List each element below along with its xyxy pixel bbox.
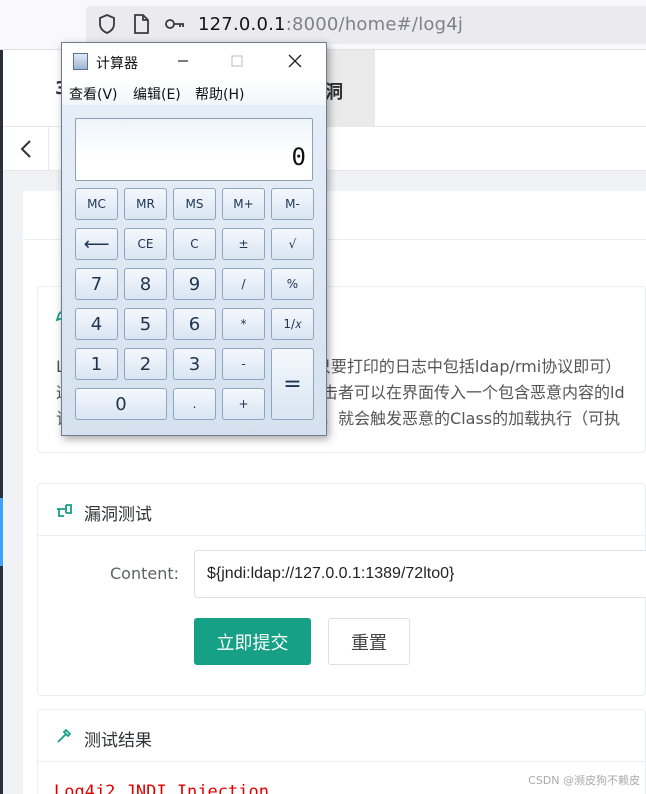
minimize-icon <box>178 60 188 62</box>
url-path: :8000/home#/log4j <box>285 14 464 35</box>
key-3[interactable]: 3 <box>173 348 216 380</box>
key-2[interactable]: 2 <box>124 348 167 380</box>
minimize-button[interactable] <box>156 43 210 79</box>
calculator-body: 0 MC MR MS M+ M- ⟵ CE C ± √ 7 8 9 / % 4 … <box>62 105 326 435</box>
hand-point-icon <box>57 504 72 517</box>
calculator-display: 0 <box>75 118 313 181</box>
calculator-menubar: 查看(V) 编辑(E) 帮助(H) <box>62 79 326 105</box>
url-text: 127.0.0.1:8000/home#/log4j <box>198 14 463 35</box>
reset-button[interactable]: 重置 <box>328 618 410 665</box>
calculator-window[interactable]: 计算器 查看(V) 编辑(E) 帮助(H) 0 MC MR MS M+ M- ⟵… <box>61 42 327 436</box>
key-0[interactable]: 0 <box>75 388 167 420</box>
key-sqrt[interactable]: √ <box>271 228 314 260</box>
watermark: CSDN @濒皮狗不赖皮 <box>528 774 640 787</box>
back-button[interactable] <box>3 127 49 171</box>
key-plusminus[interactable]: ± <box>222 228 265 260</box>
key-mplus[interactable]: M+ <box>222 188 265 220</box>
dropper-icon <box>57 728 72 743</box>
display-value: 0 <box>291 143 306 171</box>
submit-button[interactable]: 立即提交 <box>194 618 311 665</box>
key-ms[interactable]: MS <box>173 188 216 220</box>
key-mminus[interactable]: M- <box>271 188 314 220</box>
menu-edit[interactable]: 编辑(E) <box>133 84 181 104</box>
key-5[interactable]: 5 <box>124 308 167 340</box>
page-icon[interactable] <box>130 13 152 35</box>
key-subtract[interactable]: - <box>222 348 265 380</box>
tab-active-label: 洞 <box>325 82 343 103</box>
vuln-test-card: 漏洞测试 Content: 立即提交 重置 <box>37 483 646 696</box>
key-4[interactable]: 4 <box>75 308 118 340</box>
result-output: Log4j2 JNDI Injection <box>54 782 269 794</box>
key-backspace[interactable]: ⟵ <box>75 228 118 260</box>
key-c[interactable]: C <box>173 228 216 260</box>
key-6[interactable]: 6 <box>173 308 216 340</box>
key-reciprocal[interactable]: 1/𝑥 <box>271 308 314 340</box>
key-7[interactable]: 7 <box>75 268 118 300</box>
menu-help[interactable]: 帮助(H) <box>195 84 244 104</box>
menu-view[interactable]: 查看(V) <box>69 84 118 104</box>
key-equals[interactable]: = <box>271 348 314 420</box>
key-mr[interactable]: MR <box>124 188 167 220</box>
key-ce[interactable]: CE <box>124 228 167 260</box>
url-host: 127.0.0.1 <box>198 14 286 35</box>
shield-icon[interactable] <box>96 13 118 35</box>
calculator-titlebar[interactable]: 计算器 <box>62 43 326 79</box>
calculator-title: 计算器 <box>96 56 138 72</box>
close-button[interactable] <box>268 43 322 79</box>
close-icon <box>288 54 302 68</box>
key-9[interactable]: 9 <box>173 268 216 300</box>
key-mc[interactable]: MC <box>75 188 118 220</box>
key-1[interactable]: 1 <box>75 348 118 380</box>
card-header: 测试结果 <box>38 710 645 762</box>
key-8[interactable]: 8 <box>124 268 167 300</box>
card-title: 漏洞测试 <box>84 505 152 525</box>
key-multiply[interactable]: * <box>222 308 265 340</box>
key-divide[interactable]: / <box>222 268 265 300</box>
chevron-left-icon <box>20 140 31 158</box>
maximize-icon <box>231 55 243 67</box>
key-icon[interactable] <box>164 13 186 35</box>
content-label: Content: <box>110 564 180 583</box>
key-add[interactable]: + <box>222 388 265 420</box>
maximize-button[interactable] <box>210 43 264 79</box>
card-title: 测试结果 <box>84 731 152 751</box>
content-input[interactable] <box>194 550 646 598</box>
key-decimal[interactable]: . <box>173 388 216 420</box>
card-header: 漏洞测试 <box>38 484 645 536</box>
calculator-icon <box>73 53 88 70</box>
key-percent[interactable]: % <box>271 268 314 300</box>
